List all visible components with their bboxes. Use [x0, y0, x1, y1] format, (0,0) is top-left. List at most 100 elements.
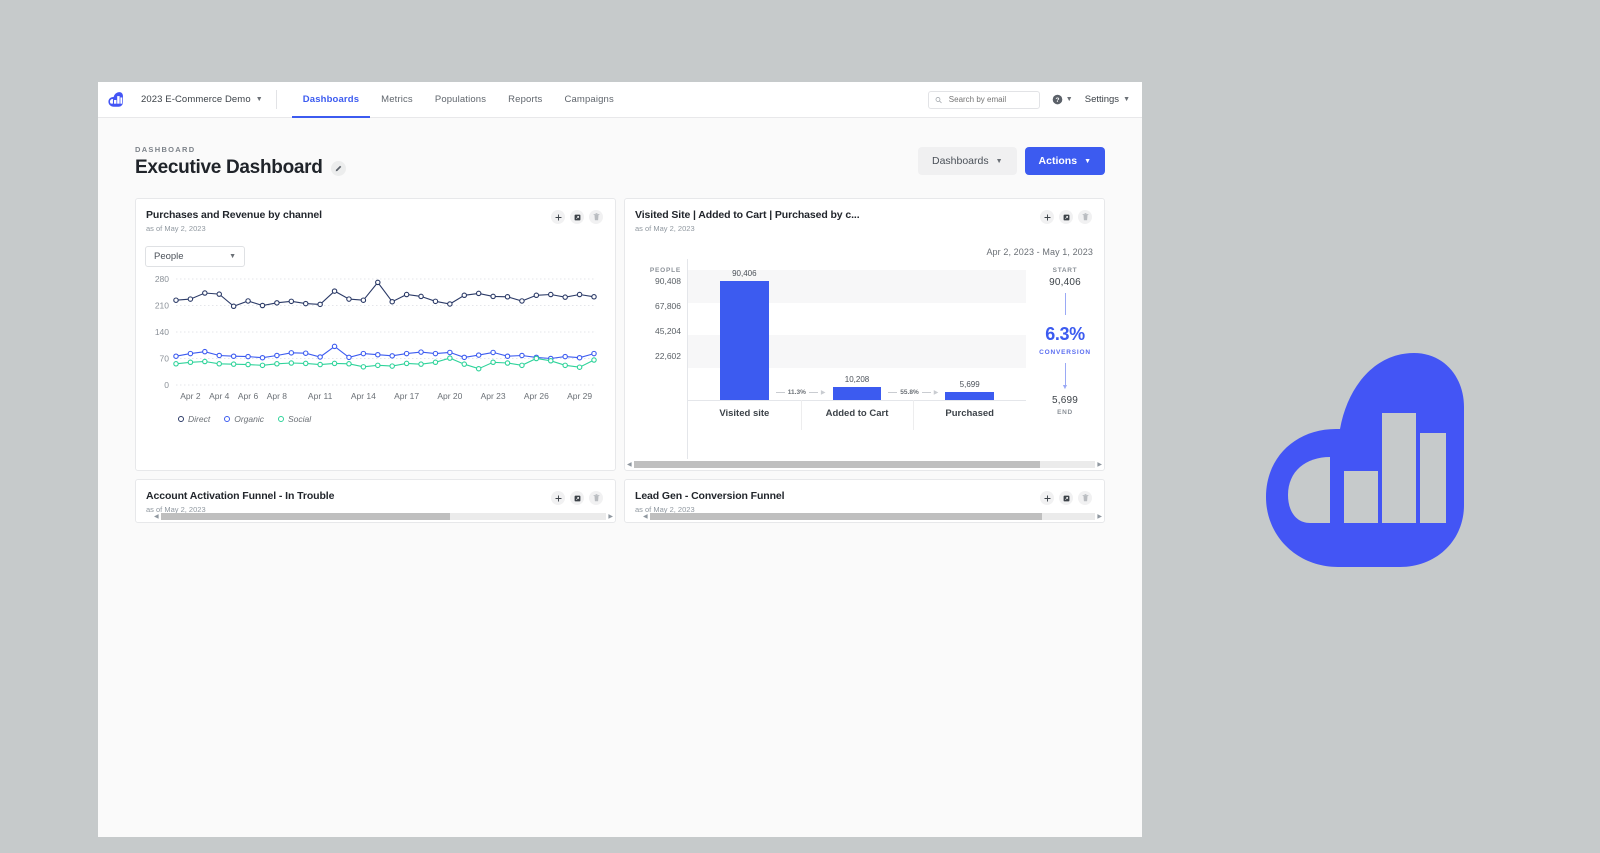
trash-icon[interactable] — [1078, 491, 1092, 505]
nav-link-dashboards[interactable]: Dashboards — [292, 82, 370, 118]
horizontal-scrollbar[interactable]: ◀ ▶ — [641, 511, 1104, 522]
chevron-down-icon: ▼ — [1123, 96, 1130, 103]
legend-item-direct[interactable]: Direct — [178, 414, 210, 424]
dashboards-dropdown-button[interactable]: Dashboards ▼ — [918, 147, 1017, 175]
nav-link-populations[interactable]: Populations — [424, 82, 497, 118]
connector-line — [1065, 363, 1066, 385]
top-navigation-bar: 2023 E-Commerce Demo ▼ Dashboards Metric… — [98, 82, 1142, 118]
scroll-left-arrow[interactable]: ◀ — [627, 461, 632, 468]
scrollbar-track[interactable] — [650, 513, 1096, 520]
legend-item-social[interactable]: Social — [278, 414, 311, 424]
conversion-summary: START90,4066.3%CONVERSION▼5,699END — [1026, 259, 1104, 459]
nav-link-metrics[interactable]: Metrics — [370, 82, 424, 118]
panel-visited-site-added-to-cart-purchased: Visited Site | Added to Cart | Purchased… — [624, 198, 1105, 471]
settings-menu[interactable]: Settings ▼ — [1085, 94, 1130, 105]
panel-title: Account Activation Funnel - In Trouble — [146, 490, 334, 502]
panel-lead-gen-conversion-funnel: Lead Gen - Conversion Funnel as of May 2… — [624, 479, 1105, 523]
y-axis-unit-label: PEOPLE — [650, 267, 681, 274]
y-axis: PEOPLE22,60245,20467,80690,408 — [625, 259, 687, 459]
expand-icon[interactable] — [570, 210, 584, 224]
panel-action-icons — [1040, 209, 1092, 224]
actions-button[interactable]: Actions ▼ — [1025, 147, 1105, 175]
funnel-step-label: Added to Cart — [801, 408, 914, 419]
project-name: 2023 E-Commerce Demo — [141, 94, 251, 105]
scroll-right-arrow[interactable]: ▶ — [1097, 461, 1102, 468]
plus-icon[interactable] — [1040, 491, 1054, 505]
funnel-start-value: 90,406 — [1026, 277, 1104, 288]
scroll-right-arrow[interactable]: ▶ — [1097, 513, 1102, 520]
funnel-bar[interactable] — [945, 392, 993, 400]
trash-icon[interactable] — [589, 491, 603, 505]
funnel-bar[interactable] — [833, 387, 881, 400]
scrollbar-thumb[interactable] — [650, 513, 1042, 520]
plus-icon[interactable] — [1040, 210, 1054, 224]
svg-text:?: ? — [1055, 97, 1059, 104]
funnel-bar[interactable] — [720, 281, 768, 400]
horizontal-scrollbar[interactable]: ◀ ▶ — [625, 459, 1104, 470]
svg-text:70: 70 — [160, 354, 170, 364]
svg-text:Apr 11: Apr 11 — [308, 391, 333, 401]
funnel-step-label: Purchased — [913, 408, 1026, 419]
panel-header: Visited Site | Added to Cart | Purchased… — [625, 199, 1104, 241]
page-header: DASHBOARD Executive Dashboard Dashboards… — [135, 145, 1105, 179]
app-logo-icon[interactable] — [107, 91, 124, 108]
svg-text:0: 0 — [164, 380, 169, 390]
scrollbar-thumb[interactable] — [634, 461, 1040, 468]
y-axis-tick: 22,602 — [625, 351, 681, 361]
funnel-bar-value: 90,406 — [688, 269, 801, 278]
nav-link-campaigns[interactable]: Campaigns — [553, 82, 624, 118]
chevron-down-icon: ▼ — [229, 253, 236, 260]
panel-title: Visited Site | Added to Cart | Purchased… — [635, 209, 860, 221]
trash-icon[interactable] — [1078, 210, 1092, 224]
panel-title: Lead Gen - Conversion Funnel — [635, 490, 784, 502]
search-box[interactable] — [928, 91, 1040, 109]
expand-icon[interactable] — [1059, 491, 1073, 505]
nav-link-reports[interactable]: Reports — [497, 82, 553, 118]
help-icon: ? — [1052, 94, 1063, 105]
scroll-left-arrow[interactable]: ◀ — [643, 513, 648, 520]
metric-select[interactable]: People ▼ — [145, 246, 245, 267]
chevron-down-icon: ▼ — [256, 96, 263, 103]
pencil-icon — [335, 165, 342, 172]
settings-label: Settings — [1085, 94, 1119, 105]
nav-right-group: ? ▼ Settings ▼ — [928, 91, 1130, 109]
svg-text:Apr 8: Apr 8 — [267, 391, 288, 401]
scroll-left-arrow[interactable]: ◀ — [154, 513, 159, 520]
svg-text:280: 280 — [155, 274, 169, 284]
connector-line — [1065, 293, 1066, 315]
header-actions: Dashboards ▼ Actions ▼ — [918, 147, 1105, 179]
panel-title: Purchases and Revenue by channel — [146, 209, 322, 221]
plus-icon[interactable] — [551, 210, 565, 224]
legend-dot-social — [278, 416, 284, 422]
scrollbar-track[interactable] — [161, 513, 607, 520]
legend-dot-direct — [178, 416, 184, 422]
scrollbar-track[interactable] — [634, 461, 1096, 468]
legend-item-organic[interactable]: Organic — [224, 414, 264, 424]
trash-icon[interactable] — [589, 210, 603, 224]
chevron-down-icon: ▼ — [1066, 96, 1073, 103]
dashboard-grid: Purchases and Revenue by channel as of M… — [135, 198, 1105, 523]
legend-dot-organic — [224, 416, 230, 422]
funnel-bar-value: 10,208 — [801, 375, 914, 384]
panel-action-icons — [551, 209, 603, 224]
scrollbar-thumb[interactable] — [161, 513, 451, 520]
scroll-right-arrow[interactable]: ▶ — [608, 513, 613, 520]
panel-body: Apr 2, 2023 - May 1, 2023 PEOPLE22,60245… — [625, 241, 1104, 470]
funnel-step-label: Visited site — [688, 408, 801, 419]
search-icon — [935, 96, 942, 104]
y-axis-tick: 90,408 — [625, 276, 681, 286]
help-menu[interactable]: ? ▼ — [1052, 94, 1073, 105]
svg-text:Apr 17: Apr 17 — [394, 391, 419, 401]
search-input[interactable] — [947, 94, 1033, 105]
edit-title-button[interactable] — [331, 161, 346, 176]
project-selector[interactable]: 2023 E-Commerce Demo ▼ — [141, 94, 263, 105]
expand-icon[interactable] — [1059, 210, 1073, 224]
plus-icon[interactable] — [551, 491, 565, 505]
horizontal-scrollbar[interactable]: ◀ ▶ — [152, 511, 615, 522]
metric-select-value: People — [154, 251, 184, 262]
funnel-plot: 90,406Visited site10,208Added to Cart11.… — [687, 259, 1026, 459]
expand-icon[interactable] — [570, 491, 584, 505]
chevron-down-icon: ▼ — [1084, 158, 1091, 165]
funnel-step-percent: 55.8%▶ — [880, 389, 948, 396]
panel-body: People ▼ 070140210280Apr 2Apr 4Apr 6Apr … — [136, 241, 615, 470]
